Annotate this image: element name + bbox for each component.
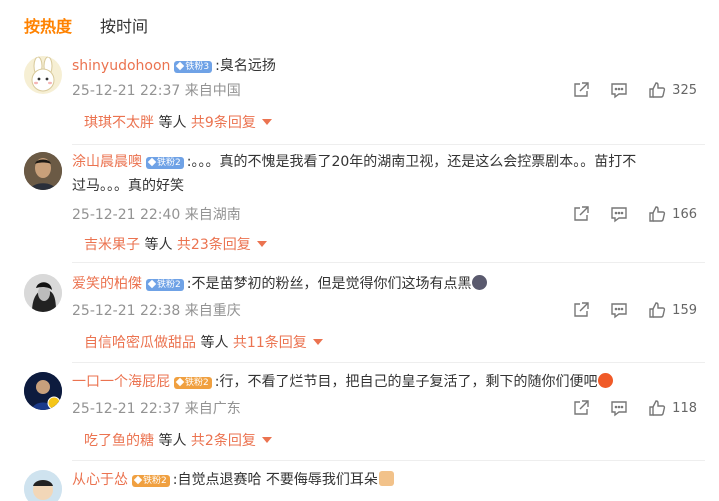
comment-icon[interactable]	[610, 205, 628, 223]
divider	[72, 460, 705, 461]
username[interactable]: shinyudohoon	[72, 58, 170, 74]
comment-icon[interactable]	[610, 301, 628, 319]
tab-by-time[interactable]: 按时间	[100, 15, 148, 39]
comment-icon[interactable]	[610, 81, 628, 99]
comment-item: shinyudohoon 铁粉3:臭名远扬 25-12-21 22:37 来自中国…	[0, 52, 719, 152]
caret-down-icon	[256, 241, 267, 247]
emoji-icon	[472, 275, 488, 290]
comment-meta: 25-12-21 22:38 来自重庆	[72, 303, 241, 319]
divider	[72, 144, 705, 145]
comment-actions: 166	[572, 205, 697, 223]
reply-count-link[interactable]: 共11条回复	[233, 335, 307, 351]
reply-summary[interactable]: 吃了鱼的糖 等人 共2条回复	[84, 430, 272, 450]
share-icon[interactable]	[572, 301, 590, 319]
like-count: 166	[672, 206, 697, 222]
share-icon[interactable]	[572, 205, 590, 223]
comment-actions: 325	[572, 81, 697, 99]
fan-badge: 铁粉3	[174, 61, 213, 73]
thumbs-up-icon	[649, 302, 666, 318]
comment-text: :不是苗梦初的粉丝，但是觉得你们这场有点黑	[186, 276, 472, 292]
divider	[72, 262, 705, 263]
share-icon[interactable]	[572, 399, 590, 417]
fan-badge: 铁粉2	[174, 377, 212, 389]
comment-text: :自觉点退赛哈 不要侮辱我们耳朵	[172, 472, 378, 488]
reply-username[interactable]: 自信哈密瓜做甜品	[84, 335, 196, 351]
thumbs-up-icon	[649, 206, 666, 222]
fan-badge: 铁粉2	[146, 157, 184, 169]
thumbs-up-icon	[649, 400, 666, 416]
comment-item: 爱笑的柏傑 铁粉2:不是苗梦初的粉丝，但是觉得你们这场有点黑 25-12-21 2…	[0, 272, 719, 364]
comment-actions: 118	[572, 399, 697, 417]
reply-count-link[interactable]: 共2条回复	[191, 433, 256, 449]
reply-summary[interactable]: 琪琪不太胖 等人 共9条回复	[84, 112, 272, 132]
avatar[interactable]	[24, 372, 62, 410]
comment-meta: 25-12-21 22:37 来自广东	[72, 401, 241, 417]
avatar[interactable]	[24, 470, 62, 501]
caret-down-icon	[261, 437, 272, 443]
reply-username[interactable]: 吉米果子	[84, 237, 140, 253]
thumbs-up-icon	[649, 82, 666, 98]
username[interactable]: 一口一个海屁屁	[72, 374, 170, 390]
like-count: 159	[672, 302, 697, 318]
username[interactable]: 从心于怂	[72, 472, 128, 488]
username[interactable]: 涂山晨晨噢	[72, 154, 142, 170]
avatar[interactable]	[24, 56, 62, 94]
caret-down-icon	[312, 339, 323, 345]
tab-by-heat[interactable]: 按热度	[24, 15, 72, 39]
username[interactable]: 爱笑的柏傑	[72, 276, 142, 292]
divider	[72, 362, 705, 363]
comment-actions: 159	[572, 301, 697, 319]
comment-item: 一口一个海屁屁 铁粉2:行，不看了烂节目，把自己的皇子复活了，剩下的随你们便吧 2…	[0, 370, 719, 462]
reply-summary[interactable]: 自信哈密瓜做甜品 等人 共11条回复	[84, 332, 323, 352]
reply-count-link[interactable]: 共23条回复	[177, 237, 251, 253]
reply-username[interactable]: 吃了鱼的糖	[84, 433, 154, 449]
avatar[interactable]	[24, 274, 62, 312]
reply-summary[interactable]: 吉米果子 等人 共23条回复	[84, 234, 267, 254]
comment-text: :。。。真的不愧是我看了20年的湖南卫视，还是这么会控票剧本。。苗打不	[186, 154, 637, 170]
reply-username[interactable]: 琪琪不太胖	[84, 115, 154, 131]
emoji-icon	[598, 373, 614, 388]
like-button[interactable]: 118	[648, 399, 697, 417]
comment-text: :臭名远扬	[215, 58, 276, 74]
fan-badge: 铁粉2	[132, 475, 170, 487]
like-button[interactable]: 166	[648, 205, 697, 223]
comment-text-continued: 过马。。。真的好笑	[72, 178, 184, 194]
emoji-icon	[378, 471, 394, 486]
avatar[interactable]	[24, 152, 62, 190]
comment-meta: 25-12-21 22:37 来自中国	[72, 83, 241, 99]
like-count: 325	[672, 82, 697, 98]
like-button[interactable]: 159	[648, 301, 697, 319]
reply-count-link[interactable]: 共9条回复	[191, 115, 256, 131]
comment-item: 涂山晨晨噢 铁粉2:。。。真的不愧是我看了20年的湖南卫视，还是这么会控票剧本。。…	[0, 148, 719, 264]
comment-meta: 25-12-21 22:40 来自湖南	[72, 207, 241, 223]
like-count: 118	[672, 400, 697, 416]
share-icon[interactable]	[572, 81, 590, 99]
fan-badge: 铁粉2	[146, 279, 184, 291]
caret-down-icon	[261, 119, 272, 125]
comment-item: 从心于怂 铁粉2:自觉点退赛哈 不要侮辱我们耳朵	[0, 468, 719, 501]
sort-tabs: 按热度 按时间	[24, 15, 148, 39]
comment-text: :行，不看了烂节目，把自己的皇子复活了，剩下的随你们便吧	[214, 374, 598, 390]
comment-icon[interactable]	[610, 399, 628, 417]
like-button[interactable]: 325	[648, 81, 697, 99]
